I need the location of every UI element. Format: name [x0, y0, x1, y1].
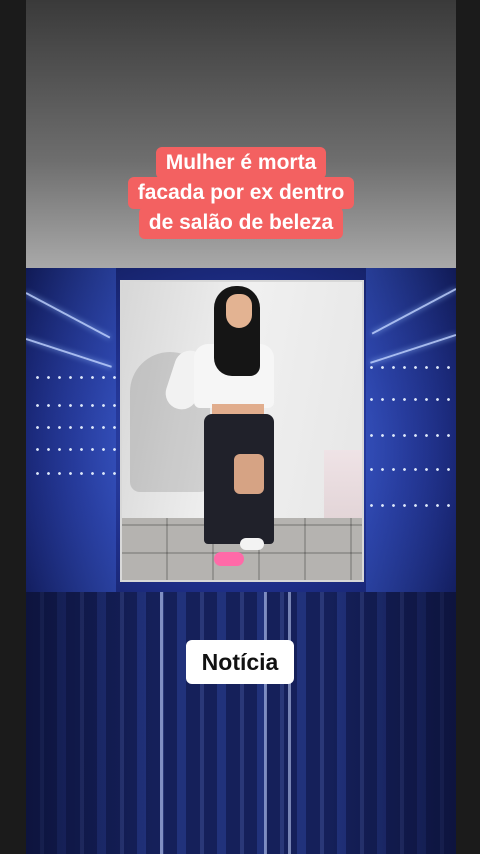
light-dots	[366, 468, 450, 471]
light-dots	[366, 398, 450, 401]
headline-line-2: facada por ex dentro	[127, 177, 355, 209]
light-dots	[32, 426, 116, 429]
noticia-tag[interactable]: Notícia	[186, 640, 294, 684]
light-dots	[32, 404, 116, 407]
photo-figure-jeans-rip	[234, 454, 264, 494]
light-dots	[366, 434, 450, 437]
edge-fade	[26, 592, 456, 854]
light-dots	[32, 376, 116, 379]
photo-figure-face	[226, 294, 252, 328]
photo-figure-shoe	[214, 552, 244, 566]
news-studio-background	[26, 268, 456, 592]
light-dots	[32, 448, 116, 451]
headline-line-1: Mulher é morta	[155, 147, 327, 179]
news-photo	[120, 280, 364, 582]
headline-line-3: de salão de beleza	[138, 207, 344, 239]
bottom-striped-background: Notícia	[26, 592, 456, 854]
headline: Mulher é morta facada por ex dentro de s…	[26, 147, 456, 239]
story-frame[interactable]: Mulher é morta facada por ex dentro de s…	[26, 0, 456, 854]
light-dots	[366, 504, 450, 507]
light-dots	[366, 366, 450, 369]
photo-figure-shoe	[240, 538, 264, 550]
right-light-panel	[366, 268, 456, 592]
light-dots	[32, 472, 116, 475]
